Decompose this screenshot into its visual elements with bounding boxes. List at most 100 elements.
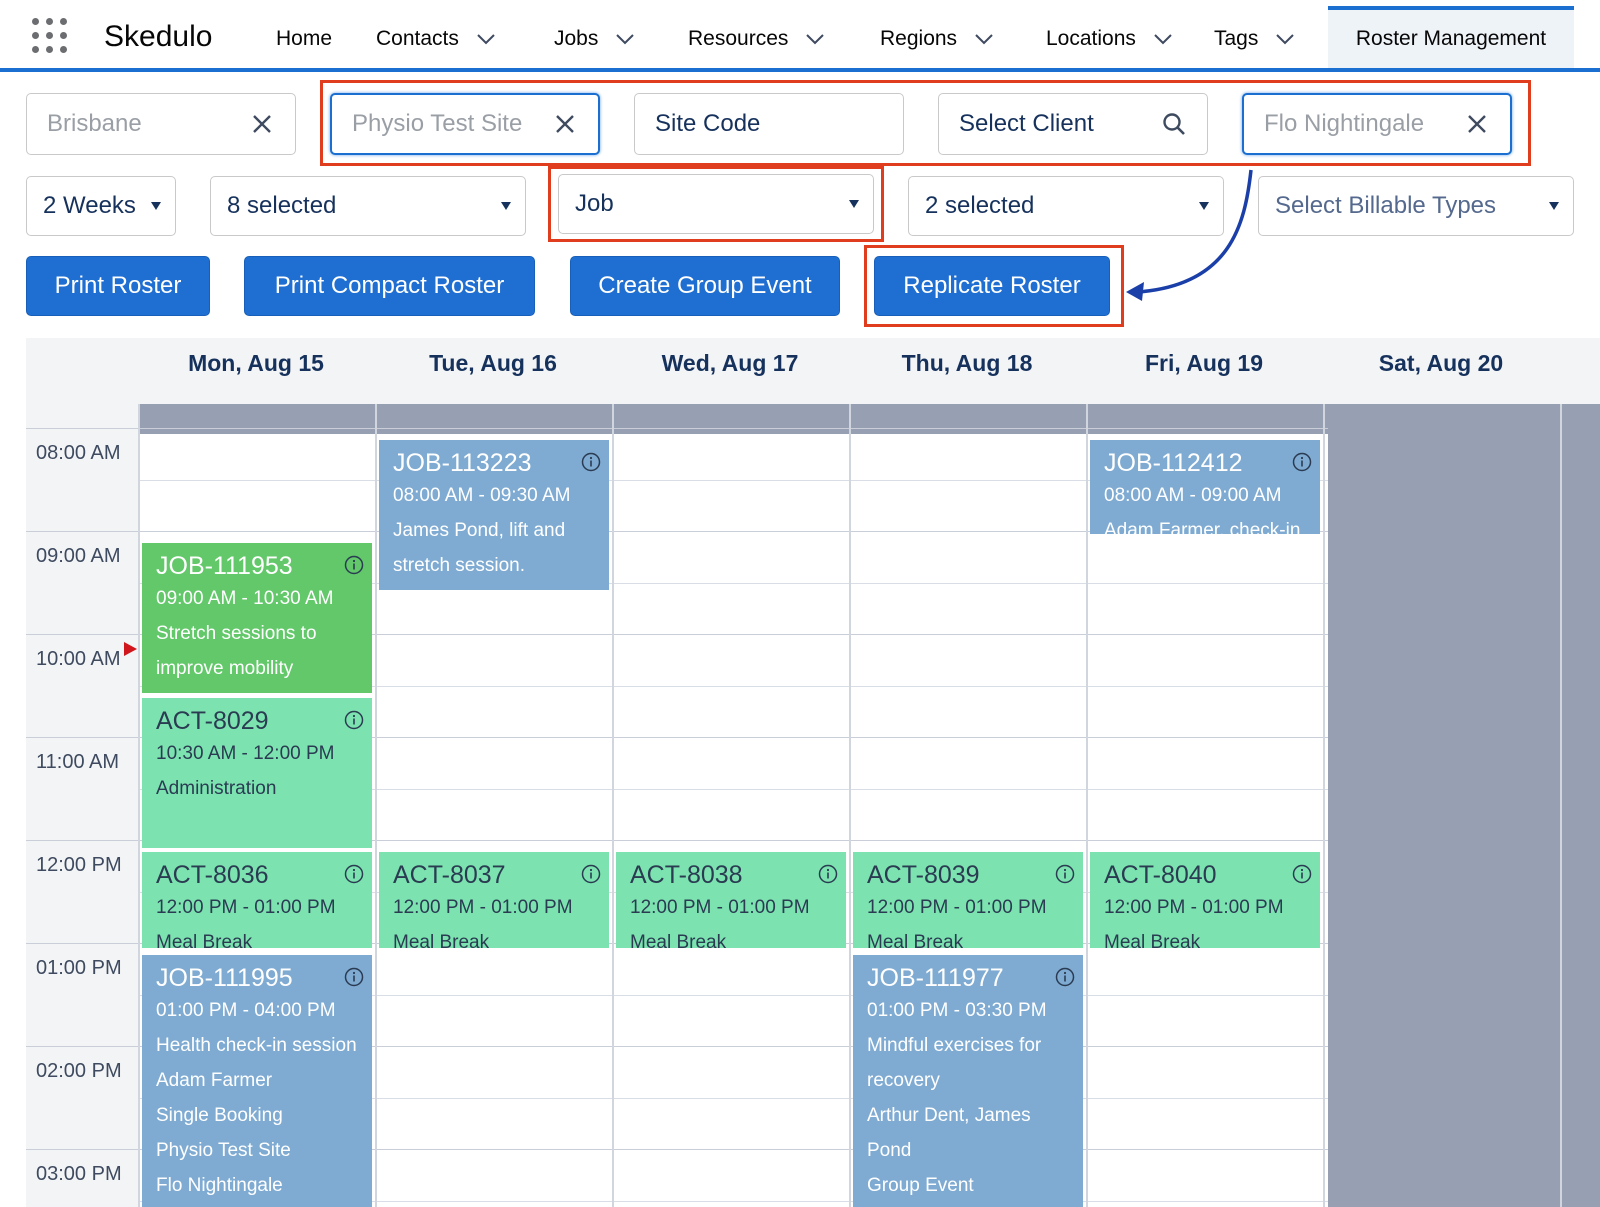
info-icon[interactable] <box>581 864 601 884</box>
search-icon[interactable] <box>1161 111 1187 137</box>
type-select[interactable]: Job <box>558 174 874 234</box>
nav-item-label: Locations <box>1046 27 1136 50</box>
caret-down-icon <box>1549 202 1559 210</box>
event-card[interactable]: JOB-111995 01:00 PM - 04:00 PM Health ch… <box>142 955 372 1207</box>
type-value: Job <box>575 190 614 217</box>
event-card[interactable]: ACT-8039 12:00 PM - 01:00 PM Meal Break <box>853 852 1083 948</box>
grid-line <box>26 428 1328 429</box>
caret-down-icon <box>849 200 859 208</box>
event-card[interactable]: JOB-113223 08:00 AM - 09:30 AM James Pon… <box>379 440 609 590</box>
chevron-down-icon[interactable] <box>1152 28 1174 50</box>
event-time: 01:00 PM - 04:00 PM <box>156 1000 336 1021</box>
chevron-down-icon[interactable] <box>804 28 826 50</box>
nav-item-label: Jobs <box>554 27 599 50</box>
nav-item-jobs[interactable]: Jobs <box>554 24 636 54</box>
nav-item-home[interactable]: Home <box>276 24 332 54</box>
nav-item-regions[interactable]: Regions <box>880 24 995 54</box>
time-label: 11:00 AM <box>36 751 120 773</box>
event-detail: Meal Break <box>156 932 253 948</box>
caret-down-icon <box>501 202 511 210</box>
chevron-down-icon[interactable] <box>973 28 995 50</box>
site-value: Physio Test Site <box>352 110 523 137</box>
tab-roster-management[interactable]: Roster Management <box>1328 6 1574 68</box>
day-header-sat: Sat, Aug 20 <box>1378 350 1504 376</box>
event-card[interactable]: JOB-111977 01:00 PM - 03:30 PM Mindful e… <box>853 955 1083 1207</box>
event-detail: Meal Break <box>393 932 490 948</box>
info-icon[interactable] <box>344 864 364 884</box>
event-card[interactable]: ACT-8036 12:00 PM - 01:00 PM Meal Break <box>142 852 372 948</box>
resource-field[interactable]: Flo Nightingale <box>1242 93 1512 155</box>
column-divider <box>1560 404 1562 1207</box>
nav-item-contacts[interactable]: Contacts <box>376 24 497 54</box>
info-icon[interactable] <box>344 710 364 730</box>
client-placeholder: Select Client <box>959 110 1094 137</box>
event-code: JOB-111995 <box>156 964 293 992</box>
time-label: 12:00 PM <box>36 854 122 876</box>
event-detail: Stretch sessions to <box>156 623 317 644</box>
print-compact-roster-button[interactable]: Print Compact Roster <box>244 256 535 316</box>
event-detail: stretch session. <box>393 555 525 576</box>
info-icon[interactable] <box>818 864 838 884</box>
time-label: 10:00 AM <box>36 648 121 670</box>
chevron-down-icon[interactable] <box>475 28 497 50</box>
print-roster-button[interactable]: Print Roster <box>26 256 210 316</box>
nav-item-resources[interactable]: Resources <box>688 24 826 54</box>
billable-placeholder: Select Billable Types <box>1275 192 1497 219</box>
event-card[interactable]: ACT-8040 12:00 PM - 01:00 PM Meal Break <box>1090 852 1320 948</box>
site-code-input[interactable]: Site Code <box>634 93 904 155</box>
column-divider <box>375 404 377 1207</box>
create-group-event-button[interactable]: Create Group Event <box>570 256 840 316</box>
replicate-roster-button[interactable]: Replicate Roster <box>874 256 1110 316</box>
event-detail: Adam Farmer <box>156 1070 273 1091</box>
nav-item-tags[interactable]: Tags <box>1214 24 1296 54</box>
event-card[interactable]: ACT-8038 12:00 PM - 01:00 PM Meal Break <box>616 852 846 948</box>
info-icon[interactable] <box>581 452 601 472</box>
top-navigation: Skedulo Home Contacts Jobs Resources Reg… <box>0 0 1600 72</box>
event-time: 08:00 AM - 09:30 AM <box>393 485 571 506</box>
event-detail: recovery <box>867 1070 940 1091</box>
info-icon[interactable] <box>1055 967 1075 987</box>
clear-icon[interactable] <box>1464 111 1490 137</box>
event-detail: Health check-in session <box>156 1035 357 1056</box>
event-card[interactable]: JOB-111953 09:00 AM - 10:30 AM Stretch s… <box>142 543 372 693</box>
event-code: ACT-8036 <box>156 861 269 889</box>
info-icon[interactable] <box>1055 864 1075 884</box>
nav-item-label: Contacts <box>376 27 459 50</box>
chevron-down-icon[interactable] <box>1274 28 1296 50</box>
clear-icon[interactable] <box>249 111 275 137</box>
event-card[interactable]: ACT-8029 10:30 AM - 12:00 PM Administrat… <box>142 698 372 848</box>
event-detail: Group Event <box>867 1175 974 1196</box>
event-card[interactable]: JOB-112412 08:00 AM - 09:00 AM Adam Farm… <box>1090 440 1320 534</box>
chevron-down-icon[interactable] <box>614 28 636 50</box>
region-value: Brisbane <box>47 110 142 137</box>
event-code: JOB-112412 <box>1104 449 1243 477</box>
status-select[interactable]: 8 selected <box>210 176 526 236</box>
event-code: JOB-111977 <box>867 964 1004 992</box>
event-time: 12:00 PM - 01:00 PM <box>393 897 573 918</box>
day-header-thu: Thu, Aug 18 <box>901 350 1033 376</box>
resource-value: Flo Nightingale <box>1264 110 1425 137</box>
event-card[interactable]: ACT-8037 12:00 PM - 01:00 PM Meal Break <box>379 852 609 948</box>
region-field[interactable]: Brisbane <box>26 93 296 155</box>
nav-item-locations[interactable]: Locations <box>1046 24 1174 54</box>
clear-icon[interactable] <box>552 111 578 137</box>
billable-type-select[interactable]: Select Billable Types <box>1258 176 1574 236</box>
time-label: 03:00 PM <box>36 1163 122 1185</box>
period-select[interactable]: 2 Weeks <box>26 176 176 236</box>
current-time-marker <box>124 642 137 656</box>
event-detail: James Pond, lift and <box>393 520 566 541</box>
site-field[interactable]: Physio Test Site <box>330 93 600 155</box>
event-code: ACT-8029 <box>156 707 269 735</box>
event-code: JOB-111953 <box>156 552 293 580</box>
app-launcher-icon[interactable] <box>32 18 68 54</box>
info-icon[interactable] <box>344 967 364 987</box>
period-value: 2 Weeks <box>43 192 136 219</box>
nav-item-label: Home <box>276 27 333 50</box>
event-code: JOB-113223 <box>393 449 532 477</box>
info-icon[interactable] <box>344 555 364 575</box>
info-icon[interactable] <box>1292 452 1312 472</box>
info-icon[interactable] <box>1292 864 1312 884</box>
event-detail: Flo Nightingale <box>156 1175 283 1196</box>
column-divider <box>849 404 851 1207</box>
client-search-input[interactable]: Select Client <box>938 93 1208 155</box>
